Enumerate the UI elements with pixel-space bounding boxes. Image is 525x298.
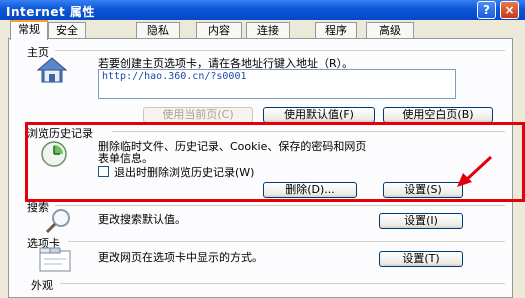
pointer-arrow-icon [457,155,493,187]
home-icon [36,57,68,83]
history-settings-button[interactable]: 设置(S) [383,182,463,198]
search-description: 更改搜索默认值。 [98,213,186,226]
history-description-line2: 表单信息。 [98,152,153,165]
tabs-description: 更改网页在选项卡中显示的方式。 [98,251,263,264]
tab-connections[interactable]: 连接 [246,22,290,39]
help-button[interactable]: ? [477,1,496,19]
delete-on-exit-checkbox[interactable] [98,166,109,177]
home-divider [55,50,505,51]
home-url-field[interactable]: http://hao.360.cn/?s0001 [98,69,456,99]
use-blank-button[interactable]: 使用空白页(B) [383,107,493,123]
tab-general[interactable]: 常规 [10,20,48,40]
delete-on-exit-label[interactable]: 退出时删除浏览历史记录(W) [114,166,254,179]
home-url-value: http://hao.360.cn/?s0001 [102,71,247,82]
search-divider [55,205,505,206]
use-current-button[interactable]: 使用当前页(C) [143,107,253,123]
history-clock-icon [41,141,67,167]
tab-privacy[interactable]: 隐私 [136,22,180,39]
appearance-divider [60,283,505,284]
tabbed-window-icon [39,247,71,272]
delete-history-button[interactable]: 删除(D)... [263,182,357,198]
close-button[interactable]: × [500,1,519,19]
tabs-settings-button[interactable]: 设置(T) [379,251,463,267]
appearance-section-label: 外观 [31,279,53,292]
tab-content[interactable]: 内容 [196,22,242,39]
tabs-divider [68,241,505,242]
search-icon [45,209,70,234]
use-default-button[interactable]: 使用默认值(F) [263,107,375,123]
search-settings-button[interactable]: 设置(I) [379,213,463,229]
title-bar: Internet 属性 ? × [0,0,525,20]
tab-advanced[interactable]: 高级 [366,22,414,39]
tab-programs[interactable]: 程序 [315,22,357,39]
tab-security[interactable]: 安全 [48,22,86,39]
window-title: Internet 属性 [6,5,95,19]
history-divider [112,131,505,132]
